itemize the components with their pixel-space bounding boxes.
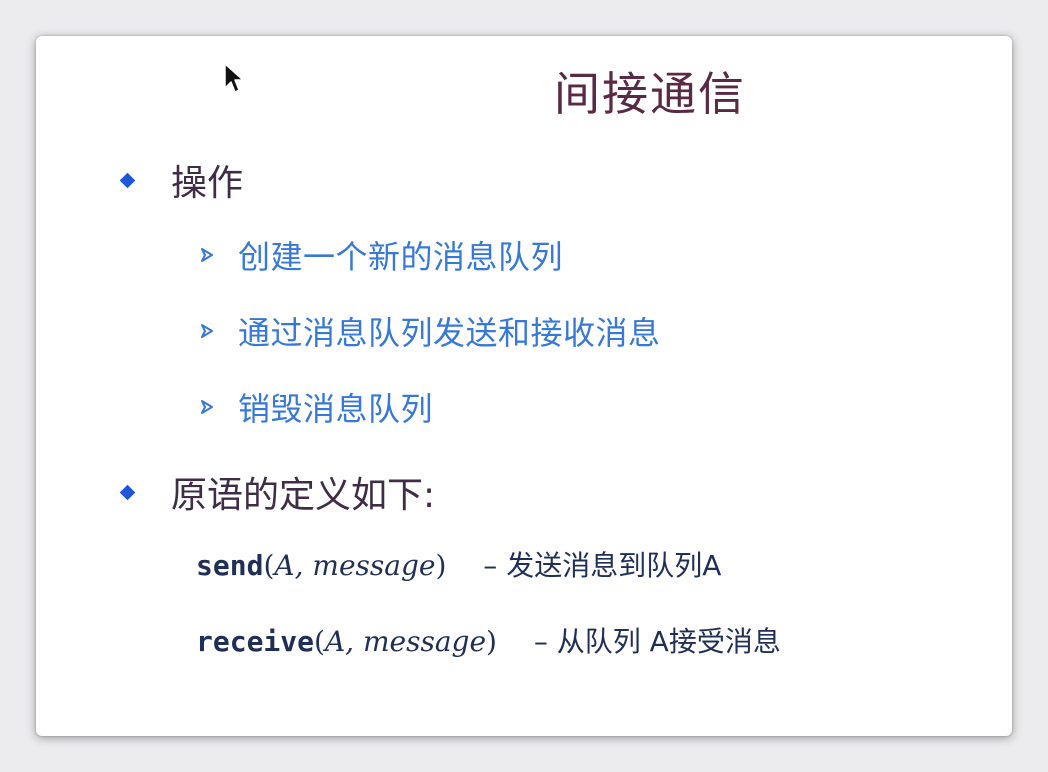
argument-message: message xyxy=(312,549,436,582)
primitive-name: receive xyxy=(196,625,315,658)
arrow-bullet-icon xyxy=(201,324,213,338)
sub-bullet-text: 创建一个新的消息队列 xyxy=(238,238,564,276)
sub-bullet-destroy-queue: 销毁消息队列 xyxy=(200,384,433,430)
bullet-heading: 原语的定义如下: xyxy=(171,475,436,516)
sub-bullet-create-queue: 创建一个新的消息队列 xyxy=(200,232,563,278)
open-paren: ( xyxy=(314,625,325,658)
sub-bullet-text: 通过消息队列发送和接收消息 xyxy=(238,314,661,352)
sub-bullet-send-receive: 通过消息队列发送和接收消息 xyxy=(200,308,661,354)
close-paren: ) xyxy=(486,625,497,658)
diamond-bullet-icon xyxy=(119,484,136,500)
arrow-bullet-icon xyxy=(201,400,213,414)
primitive-receive: receive(A, message) – 从队列 A接受消息 xyxy=(196,620,781,660)
primitive-name: send xyxy=(196,549,264,582)
bullet-primitive-definition: 原语的定义如下: xyxy=(119,466,436,518)
slide-title: 间接通信 xyxy=(554,67,746,121)
primitive-send: send(A, message) – 发送消息到队列A xyxy=(196,544,721,584)
argument-message: message xyxy=(362,625,487,658)
primitive-description: – 从队列 A接受消息 xyxy=(533,625,781,658)
sub-bullet-text: 销毁消息队列 xyxy=(238,390,434,428)
slide: 间接通信 操作 创建一个新的消息队列 通过消息队列发送和接收消息 销毁消息队列 … xyxy=(36,36,1012,736)
bullet-operations: 操作 xyxy=(119,154,244,206)
close-paren: ) xyxy=(435,549,447,582)
bullet-heading: 操作 xyxy=(171,163,244,204)
open-paren: ( xyxy=(263,549,275,582)
diamond-bullet-icon xyxy=(119,172,136,188)
primitive-description: – 发送消息到队列A xyxy=(483,549,722,582)
argument-mailbox: A, xyxy=(324,625,355,658)
argument-mailbox: A, xyxy=(274,549,304,582)
mouse-pointer-icon xyxy=(224,63,244,93)
arrow-bullet-icon xyxy=(201,248,213,262)
